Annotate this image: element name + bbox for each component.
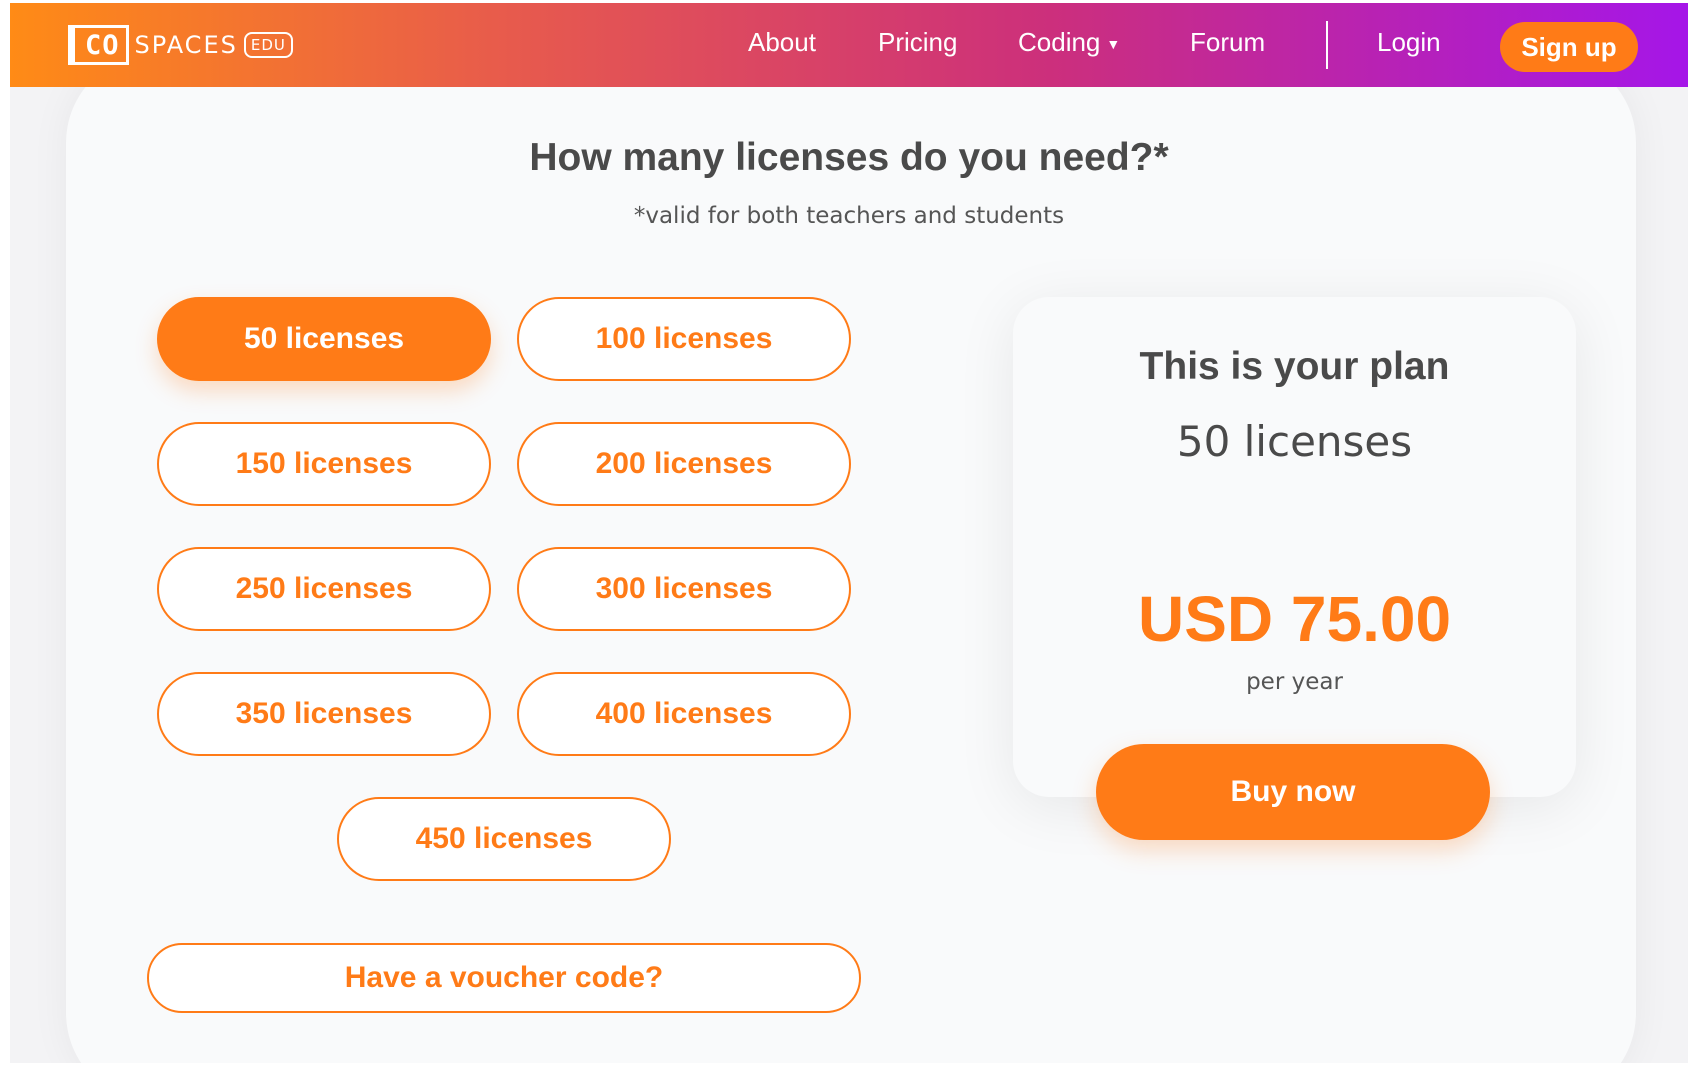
license-option-50[interactable]: 50 licenses <box>157 297 491 381</box>
nav-divider <box>1326 21 1328 69</box>
logo-edu-badge: EDU <box>243 32 293 58</box>
license-option-100[interactable]: 100 licenses <box>517 297 851 381</box>
nav-coding-dropdown[interactable]: Coding ▼ <box>1018 27 1120 58</box>
caret-down-icon: ▼ <box>1106 36 1121 53</box>
license-option-400[interactable]: 400 licenses <box>517 672 851 756</box>
plan-summary-panel: This is your plan 50 licenses USD 75.00 … <box>1013 297 1576 797</box>
license-option-250[interactable]: 250 licenses <box>157 547 491 631</box>
license-option-200[interactable]: 200 licenses <box>517 422 851 506</box>
page: CO SPACES EDU About Pricing Coding ▼ Foru… <box>10 3 1688 1063</box>
top-navbar: CO SPACES EDU About Pricing Coding ▼ Foru… <box>10 3 1688 87</box>
nav-forum-link[interactable]: Forum <box>1190 27 1265 58</box>
cospaces-edu-logo[interactable]: CO SPACES EDU <box>68 22 293 68</box>
license-option-450[interactable]: 450 licenses <box>337 797 671 881</box>
buy-now-button[interactable]: Buy now <box>1096 744 1490 840</box>
license-option-300[interactable]: 300 licenses <box>517 547 851 631</box>
nav-about-link[interactable]: About <box>748 27 816 58</box>
nav-pricing-link[interactable]: Pricing <box>878 27 957 58</box>
signup-button[interactable]: Sign up <box>1500 22 1638 72</box>
plan-license-count: 50 licenses <box>1176 417 1413 466</box>
page-title: How many licenses do you need?* <box>529 136 1169 179</box>
logo-spaces: SPACES <box>134 31 238 59</box>
plan-billing-period: per year <box>1246 669 1343 695</box>
page-subtitle: *valid for both teachers and students <box>633 203 1065 229</box>
logo-co: CO <box>68 25 129 65</box>
license-option-350[interactable]: 350 licenses <box>157 672 491 756</box>
voucher-code-button[interactable]: Have a voucher code? <box>147 943 861 1013</box>
license-option-150[interactable]: 150 licenses <box>157 422 491 506</box>
nav-login-link[interactable]: Login <box>1377 27 1441 58</box>
plan-title: This is your plan <box>1139 345 1450 388</box>
nav-coding-label: Coding <box>1018 27 1101 57</box>
plan-price: USD 75.00 <box>1137 583 1452 655</box>
